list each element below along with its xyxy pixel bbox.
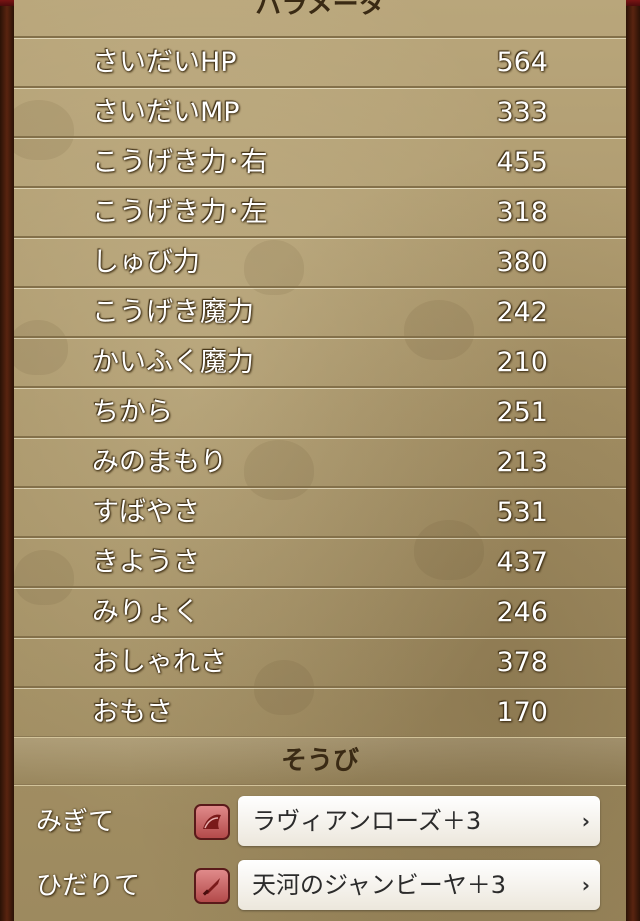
parameter-row: こうげき力･左 318: [14, 186, 626, 238]
parameter-value: 246: [496, 597, 548, 628]
parameter-label: さいだいMP: [92, 97, 240, 128]
parameter-label: さいだいHP: [92, 47, 237, 78]
parameter-row: さいだいMP 333: [14, 86, 626, 138]
parameter-label: すばやさ: [92, 497, 200, 528]
equipment-row-right-hand: みぎて ラヴィアンローズ＋3 ›: [14, 792, 626, 852]
parameter-row: かいふく魔力 210: [14, 336, 626, 388]
parameter-value: 531: [496, 497, 548, 528]
parameter-row: みのまもり 213: [14, 436, 626, 488]
parameter-value: 213: [496, 447, 548, 478]
chevron-right-icon: ›: [581, 873, 590, 897]
parameter-row: おしゃれさ 378: [14, 636, 626, 688]
equipment-select-left-hand[interactable]: 天河のジャンビーヤ＋3 ›: [238, 860, 600, 910]
parameter-row: みりょく 246: [14, 586, 626, 638]
parameter-value: 564: [496, 47, 548, 78]
parameter-label: きようさ: [92, 547, 200, 578]
parameter-label: みりょく: [92, 597, 200, 628]
equipment-slot-label: みぎて: [36, 807, 115, 837]
parameter-label: みのまもり: [92, 447, 227, 478]
equipment-item-name: 天河のジャンビーヤ＋3: [252, 871, 507, 899]
parameter-label: おもさ: [92, 697, 173, 728]
parameter-value: 380: [496, 247, 548, 278]
equipment-item-name: ラヴィアンローズ＋3: [252, 807, 482, 835]
parameter-row: すばやさ 531: [14, 486, 626, 538]
section-divider: [14, 784, 626, 786]
equipment-row-left-hand: ひだりて 天河のジャンビーヤ＋3 ›: [14, 856, 626, 916]
parameter-value: 437: [496, 547, 548, 578]
parameter-value: 210: [496, 347, 548, 378]
parameter-label: ちから: [92, 397, 173, 428]
status-panel[interactable]: パラメータ さいだいHP 564 さいだいMP 333 こうげき力･右 455 …: [14, 0, 626, 921]
frame-left: [0, 0, 14, 921]
equipment-slot-label: ひだりて: [36, 871, 141, 901]
parameter-value: 242: [496, 297, 548, 328]
parameter-label: かいふく魔力: [92, 347, 254, 378]
parameter-row: ちから 251: [14, 386, 626, 438]
parameter-label: こうげき力･左: [92, 197, 268, 228]
parameter-value: 455: [496, 147, 548, 178]
parameter-row: おもさ 170: [14, 686, 626, 738]
parameter-row: こうげき魔力 242: [14, 286, 626, 338]
parameter-row: きようさ 437: [14, 536, 626, 588]
parameter-value: 318: [496, 197, 548, 228]
parameter-label: おしゃれさ: [92, 647, 227, 678]
equipment-select-right-hand[interactable]: ラヴィアンローズ＋3 ›: [238, 796, 600, 846]
parameters-header: パラメータ: [255, 0, 385, 20]
parameter-label: こうげき力･右: [92, 147, 268, 178]
parameter-value: 170: [496, 697, 548, 728]
parameter-value: 378: [496, 647, 548, 678]
parameter-value: 251: [496, 397, 548, 428]
parameter-label: こうげき魔力: [92, 297, 254, 328]
parameter-row: しゅび力 380: [14, 236, 626, 288]
parameter-value: 333: [496, 97, 548, 128]
knife-icon: [194, 868, 230, 904]
fan-icon: [194, 804, 230, 840]
parameter-row: こうげき力･右 455: [14, 136, 626, 188]
parameter-row: さいだいHP 564: [14, 36, 626, 88]
equipment-header: そうび: [14, 738, 626, 784]
parameter-label: しゅび力: [92, 247, 200, 278]
frame-right: [626, 0, 640, 921]
chevron-right-icon: ›: [581, 809, 590, 833]
